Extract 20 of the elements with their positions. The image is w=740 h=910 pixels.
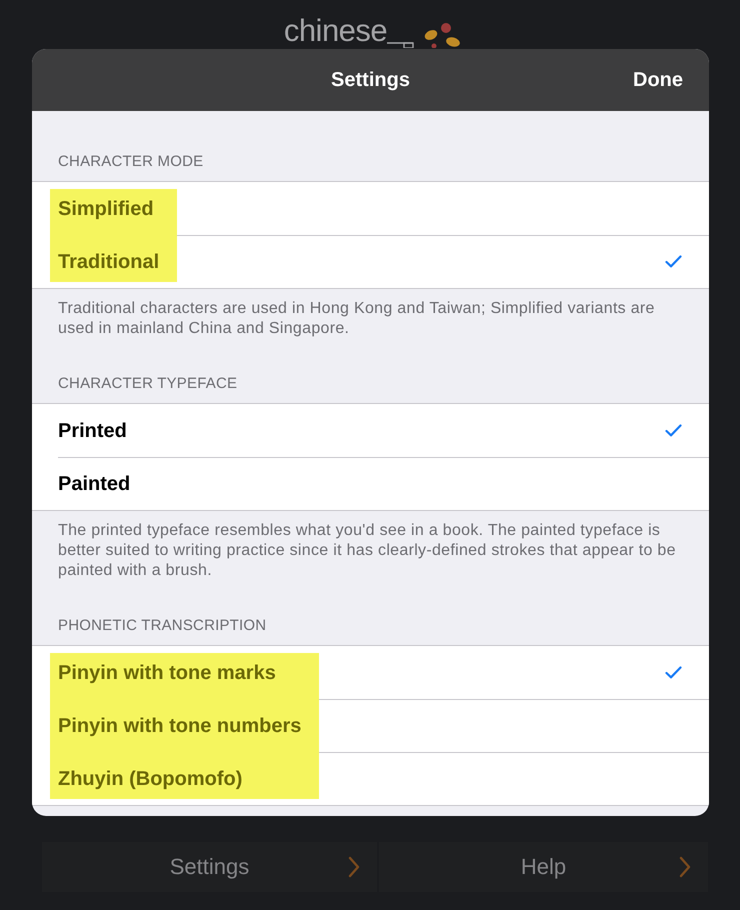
section-header: CHARACTER MODE — [57, 152, 204, 172]
section-footer: The printed typeface resembles what you'd see in a book. The painted typeface is better suited to writing practice since it has clearly-defined strokes that appear to be painted with a brush. — [32, 511, 709, 581]
option-label[interactable]: Painted — [50, 457, 148, 510]
section-header: PHONETIC TRANSCRIPTION — [57, 616, 268, 636]
menu-button[interactable]: Settings — [42, 842, 377, 892]
logo-mark-icon — [387, 22, 462, 48]
chevron-right-icon — [347, 855, 361, 879]
highlighted-option-label[interactable]: Simplified — [50, 189, 178, 235]
menu-button[interactable]: Help — [379, 842, 708, 892]
done-button[interactable]: Done — [633, 68, 683, 92]
logo-text: chinese — [284, 13, 388, 49]
highlighted-option-label[interactable]: Traditional — [50, 235, 178, 282]
highlighted-option-label[interactable]: Zhuyin (Bopomofo) — [50, 752, 320, 799]
chevron-right-icon — [678, 855, 692, 879]
sheet-title: Settings — [331, 68, 410, 92]
section-header: CHARACTER TYPEFACE — [57, 374, 238, 394]
highlighted-option-label[interactable]: Pinyin with tone marks — [50, 653, 320, 699]
option-label[interactable]: Printed — [50, 404, 148, 457]
highlighted-option-label[interactable]: Pinyin with tone numbers — [50, 699, 320, 752]
section-footer: Traditional characters are used in Hong Kong and Taiwan; Simplified variants are used in mainland China and Singapore. — [32, 289, 709, 339]
